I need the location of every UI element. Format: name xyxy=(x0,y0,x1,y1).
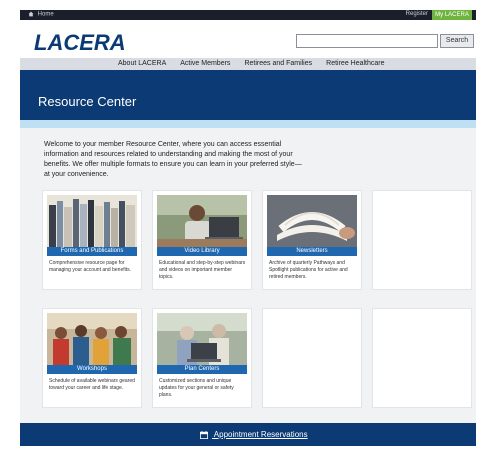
card-description: Customized sections and unique updates f… xyxy=(159,378,234,398)
nav-item-retirees-families[interactable]: Retirees and Families xyxy=(244,60,312,67)
search-button[interactable]: Search xyxy=(440,34,474,48)
card-label: Newsletters xyxy=(267,247,357,256)
banner-stripe xyxy=(20,120,476,128)
laptop-man-image xyxy=(157,195,247,247)
card-description: Comprehensive resource page for managing… xyxy=(49,260,131,273)
nav-item-retiree-healthcare[interactable]: Retiree Healthcare xyxy=(326,60,384,67)
card-empty-1 xyxy=(372,190,472,290)
card-label: Plan Centers xyxy=(157,365,247,374)
site-header: LACERA Search xyxy=(20,20,476,58)
main-content: Welcome to your member Resource Center, … xyxy=(20,128,476,423)
card-video-library[interactable]: Video Library Educational and step-by-st… xyxy=(152,190,252,290)
utility-bar: Home Register My LACERA xyxy=(20,10,476,20)
card-description: Educational and step-by-step webinars an… xyxy=(159,260,246,280)
books-image xyxy=(47,195,137,247)
lacera-logo[interactable]: LACERA xyxy=(34,30,126,56)
calendar-icon xyxy=(200,430,208,439)
home-label: Home xyxy=(37,11,54,18)
card-plan-centers[interactable]: Plan Centers Customized sections and uni… xyxy=(152,308,252,408)
card-description: Schedule of available webinars geared to… xyxy=(49,378,135,391)
card-empty-2 xyxy=(262,308,362,408)
home-link[interactable]: Home xyxy=(28,11,54,18)
page-banner: Resource Center xyxy=(20,70,476,120)
search-input[interactable] xyxy=(296,34,438,48)
card-label: Workshops xyxy=(47,365,137,374)
intro-text: Welcome to your member Resource Center, … xyxy=(44,141,302,178)
card-empty-3 xyxy=(372,308,472,408)
logo-text: LACERA xyxy=(34,30,126,55)
card-label: Video Library xyxy=(157,247,247,256)
open-book-image xyxy=(267,195,357,247)
card-newsletters[interactable]: Newsletters Archive of quarterly Pathway… xyxy=(262,190,362,290)
page-title: Resource Center xyxy=(38,94,137,109)
footer-bar: Appointment Reservations xyxy=(20,423,476,446)
register-link[interactable]: Register xyxy=(406,11,428,17)
my-lacera-button[interactable]: My LACERA xyxy=(432,10,472,20)
card-workshops[interactable]: Workshops Schedule of available webinars… xyxy=(42,308,142,408)
group-people-image xyxy=(47,313,137,365)
card-description: Archive of quarterly Pathways and Spotli… xyxy=(269,260,348,280)
nav-item-about[interactable]: About LACERA xyxy=(118,60,166,67)
nav-item-active-members[interactable]: Active Members xyxy=(180,60,230,67)
appointment-reservations-label: Appointment Reservations xyxy=(213,430,308,439)
couple-laptop-image xyxy=(157,313,247,365)
appointment-reservations-link[interactable]: Appointment Reservations xyxy=(200,430,308,439)
card-label: Forms and Publications xyxy=(47,247,137,256)
card-forms-publications[interactable]: Forms and Publications Comprehensive res… xyxy=(42,190,142,290)
home-icon xyxy=(28,11,34,17)
main-nav: About LACERA Active Members Retirees and… xyxy=(20,58,476,70)
